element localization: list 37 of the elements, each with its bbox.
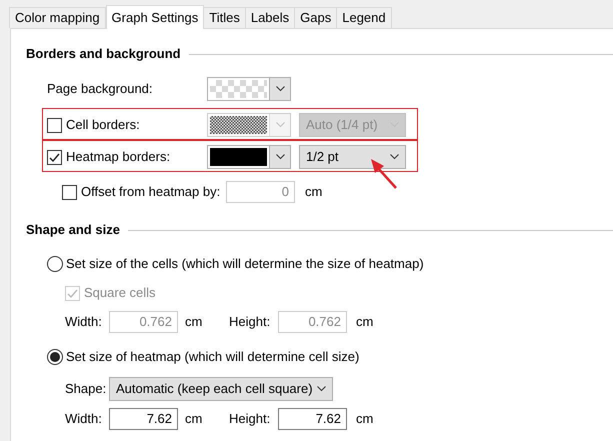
unit-label: cm [305, 183, 322, 202]
caret-icon [276, 86, 284, 92]
unit-label: cm [185, 313, 204, 332]
field-label: Width: [65, 410, 103, 428]
color-picker[interactable] [207, 145, 291, 169]
field-label: Width: [65, 313, 103, 332]
unit-label: cm [185, 410, 204, 428]
field-label: Height: [229, 313, 272, 332]
field-label: Height: [229, 410, 272, 428]
radio-label[interactable]: Set size of heatmap (which will determine cell size) [66, 347, 360, 367]
radio-button[interactable] [47, 349, 63, 365]
caret-icon [276, 154, 284, 160]
caret-icon [317, 386, 326, 392]
caret-icon [390, 154, 399, 160]
caret-icon [276, 122, 284, 128]
number-field[interactable]: 7.62 [109, 408, 178, 430]
tab[interactable]: Gaps [294, 7, 338, 28]
tab[interactable]: Legend [336, 7, 392, 28]
line-width-dropdown[interactable]: 1/2 pt [299, 145, 406, 169]
radio-button[interactable] [47, 256, 63, 272]
field-label: Shape: [65, 380, 108, 398]
section-title: Borders and background [26, 45, 181, 64]
unit-label: cm [356, 410, 374, 428]
radio-label[interactable]: Set size of the cells (which will determine the size of heatmap) [66, 254, 424, 274]
shape-dropdown[interactable]: Automatic (keep each cell square) [109, 377, 333, 401]
checkbox-label[interactable]: Offset from heatmap by: [81, 182, 220, 202]
unit-label: cm [356, 313, 374, 332]
tab[interactable]: Color mapping [9, 7, 106, 28]
number-field[interactable]: 7.62 [278, 408, 347, 430]
field-label: Page background: [47, 81, 153, 96]
color-picker[interactable] [207, 113, 291, 137]
tab[interactable]: Graph Settings [106, 5, 204, 29]
checkbox[interactable] [62, 184, 77, 200]
checkbox[interactable] [47, 150, 62, 164]
color-picker[interactable] [207, 77, 291, 101]
checkbox-label[interactable]: Heatmap borders: [66, 147, 170, 167]
section-title: Shape and size [26, 221, 120, 240]
